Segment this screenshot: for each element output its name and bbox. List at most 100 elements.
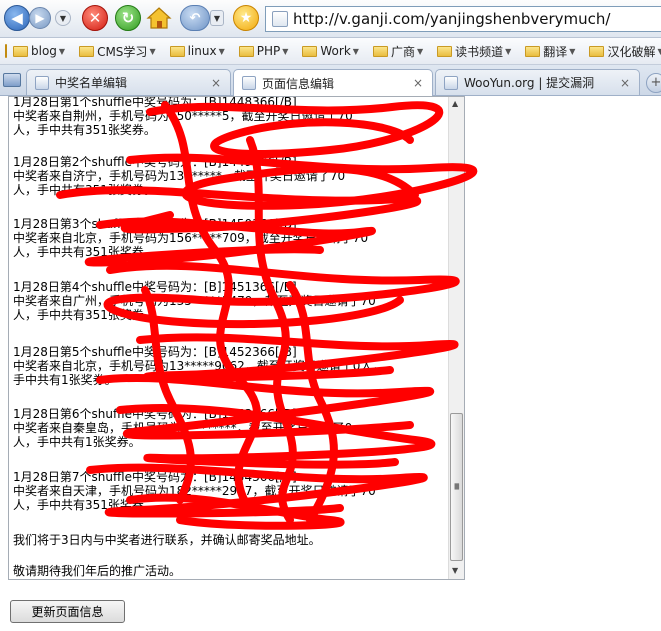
- bookmark-folder-crack[interactable]: 汉化破解▼: [589, 43, 661, 60]
- vertical-scrollbar[interactable]: ▲ ▬ ▬ ▬ ▼: [448, 97, 464, 579]
- bookmark-folder-work[interactable]: Work ▼: [302, 44, 359, 58]
- entry-line: 人，手中共有1张奖券。: [13, 435, 141, 449]
- update-page-info-button[interactable]: 更新页面信息: [10, 600, 125, 623]
- entry-line: 1月28日第4个shuffle中奖号码为：[B]1451366[/B]: [13, 280, 297, 294]
- entry-line: 1月28日第1个shuffle中奖号码为：[B]1448366[/B]: [13, 96, 297, 109]
- folder-icon: [79, 45, 95, 57]
- scroll-down-icon[interactable]: ▼: [452, 566, 458, 575]
- scrollbar-thumb[interactable]: ▬ ▬ ▬: [450, 413, 463, 561]
- bookmarks-bar: blog ▼ CMS学习 ▼ linux ▼ PHP ▼ Work ▼ 广商 ▼ 读书频道 ▼…: [0, 38, 661, 65]
- entry-line: 中奖者来自北京，手机号码为13*****9062，截至开奖日邀请了0人，: [13, 359, 385, 373]
- folder-icon: [238, 45, 254, 57]
- sidebar-toggle-icon[interactable]: [3, 73, 21, 87]
- bookmark-label: blog: [31, 44, 57, 58]
- closing-text: 我们将于3日内与中奖者进行联系，并确认邮寄奖品地址。: [13, 533, 443, 547]
- entry-line: 人，手中共有351张奖券。: [13, 123, 156, 137]
- tab-label: WooYun.org | 提交漏洞: [464, 76, 595, 90]
- folder-icon: [437, 45, 453, 57]
- grip-icon: ▬ ▬ ▬: [454, 481, 460, 492]
- entry-line: 中奖者来自济宁，手机号码为134*****，截至开奖日邀请了70: [13, 169, 346, 183]
- entry-line: 中奖者来自北京，手机号码为156*****709，截至开奖日邀请了70: [13, 231, 369, 245]
- stop-icon[interactable]: ✕: [82, 5, 108, 31]
- bookmark-label: PHP: [256, 44, 281, 58]
- entry-line: 手中共有1张奖券。: [13, 373, 117, 387]
- bookmark-label: linux: [187, 44, 217, 58]
- undo-dropdown-icon[interactable]: ▼: [210, 10, 224, 26]
- winner-entry: 1月28日第1个shuffle中奖号码为：[B]1448366[/B] 中奖者来…: [13, 96, 443, 137]
- home-icon[interactable]: [146, 6, 172, 30]
- favorites-star-icon[interactable]: [5, 44, 7, 58]
- entry-line: 人，手中共有351张奖券。: [13, 245, 156, 259]
- entry-line: 1月28日第7个shuffle中奖号码为：[B]1454366[/B]: [13, 470, 297, 484]
- tab-bar: 中奖名单编辑 × 页面信息编辑 × WooYun.org | 提交漏洞 × +: [0, 65, 661, 96]
- bookmark-label: 汉化破解: [607, 44, 656, 59]
- chevron-down-icon: ▼: [282, 46, 289, 56]
- entry-line: 中奖者来自秦皇岛，手机号码为1********，截至开奖日邀请了0: [13, 421, 353, 435]
- tab-wooyun[interactable]: WooYun.org | 提交漏洞 ×: [435, 69, 640, 95]
- forward-arrow-icon[interactable]: ▶: [29, 7, 51, 29]
- folder-icon: [13, 45, 28, 57]
- star-icon[interactable]: ★: [233, 5, 259, 31]
- folder-icon: [169, 45, 185, 57]
- scroll-up-icon[interactable]: ▲: [452, 99, 458, 108]
- page-info-textarea[interactable]: 1月28日第1个shuffle中奖号码为：[B]1448366[/B] 中奖者来…: [8, 96, 465, 580]
- bookmark-label: CMS学习: [97, 44, 148, 59]
- bookmark-label: 广商: [390, 44, 415, 59]
- close-icon[interactable]: ×: [208, 76, 224, 90]
- tab-label: 页面信息编辑: [262, 76, 335, 91]
- close-icon[interactable]: ×: [410, 76, 426, 90]
- winner-entry: 1月28日第2个shuffle中奖号码为：[B]1449366[/B] 中奖者来…: [13, 155, 443, 197]
- page-icon: [272, 11, 288, 27]
- chevron-down-icon: ▼: [505, 46, 512, 56]
- bookmark-folder-translate[interactable]: 翻译 ▼: [525, 43, 575, 60]
- entry-line: 中奖者来自广州，手机号码为135*****5479，截至开奖日邀请了70: [13, 294, 376, 308]
- browser-toolbar: ◀ ▶ ▼ ✕ ↻ ↶ ▼ ★ http://v.ganji.com/yanji…: [0, 0, 661, 38]
- chevron-down-icon: ▼: [149, 46, 156, 56]
- closing-line: 我们将于3日内与中奖者进行联系，并确认邮寄奖品地址。: [13, 533, 321, 547]
- bookmark-folder-cms[interactable]: CMS学习 ▼: [79, 43, 156, 60]
- winner-entry: 1月28日第7个shuffle中奖号码为：[B]1454366[/B] 中奖者来…: [13, 470, 443, 512]
- chevron-down-icon: ▼: [657, 47, 661, 56]
- new-tab-icon[interactable]: +: [646, 73, 661, 93]
- page-icon: [444, 75, 458, 90]
- entry-line: 中奖者来自天津，手机号码为182*****2907，截至开奖日邀请了70: [13, 484, 376, 498]
- folder-icon: [372, 45, 388, 57]
- tab-winner-list[interactable]: 中奖名单编辑 ×: [26, 69, 231, 95]
- folder-icon: [525, 45, 541, 57]
- history-dropdown-icon[interactable]: ▼: [55, 10, 71, 26]
- tab-page-info[interactable]: 页面信息编辑 ×: [233, 69, 433, 96]
- entry-line: 人，手中共有351张奖券。: [13, 183, 156, 197]
- entry-line: 1月28日第3个shuffle中奖号码为：[B]1450366[/B]: [13, 217, 297, 231]
- entry-line: 1月28日第5个shuffle中奖号码为：[B]1452366[/B]: [13, 345, 297, 359]
- winner-entry: 1月28日第3个shuffle中奖号码为：[B]1450366[/B] 中奖者来…: [13, 217, 443, 259]
- back-arrow-icon[interactable]: ◀: [4, 5, 30, 31]
- undo-icon[interactable]: ↶: [180, 5, 210, 31]
- bookmark-folder-guangshang[interactable]: 广商 ▼: [372, 43, 424, 60]
- chevron-down-icon: ▼: [569, 46, 576, 56]
- entry-line: 1月28日第2个shuffle中奖号码为：[B]1449366[/B]: [13, 155, 297, 169]
- winner-entry: 1月28日第4个shuffle中奖号码为：[B]1451366[/B] 中奖者来…: [13, 280, 443, 322]
- entry-line: 中奖者来自荆州，手机号码为150*****5，截至开奖日邀请了70: [13, 109, 353, 123]
- address-bar[interactable]: http://v.ganji.com/yanjingshenbverymuch/: [265, 6, 661, 32]
- bookmark-folder-reading[interactable]: 读书频道 ▼: [437, 43, 511, 60]
- page-icon: [242, 76, 256, 90]
- bookmark-folder-blog[interactable]: blog ▼: [13, 44, 65, 58]
- refresh-icon[interactable]: ↻: [115, 5, 141, 31]
- bookmark-folder-php[interactable]: PHP ▼: [238, 44, 289, 58]
- bookmark-folder-linux[interactable]: linux ▼: [169, 44, 225, 58]
- folder-icon: [302, 45, 318, 57]
- closing-line: 敬请期待我们年后的推广活动。: [13, 564, 182, 578]
- entry-line: 人，手中共有351张奖券。: [13, 308, 156, 322]
- bookmark-label: Work: [320, 44, 351, 58]
- folder-icon: [589, 45, 605, 57]
- chevron-down-icon: ▼: [416, 46, 424, 56]
- close-icon[interactable]: ×: [617, 76, 633, 90]
- bookmark-label: 翻译: [543, 44, 568, 59]
- chevron-down-icon: ▼: [218, 46, 225, 56]
- chevron-down-icon: ▼: [352, 46, 359, 56]
- winner-entry: 1月28日第6个shuffle中奖号码为：[B]1453366[/B] 中奖者来…: [13, 407, 443, 449]
- tab-label: 中奖名单编辑: [55, 76, 128, 90]
- entry-line: 1月28日第6个shuffle中奖号码为：[B]1453366[/B]: [13, 407, 297, 421]
- address-text[interactable]: http://v.ganji.com/yanjingshenbverymuch/: [293, 10, 610, 28]
- bookmark-label: 读书频道: [455, 44, 504, 59]
